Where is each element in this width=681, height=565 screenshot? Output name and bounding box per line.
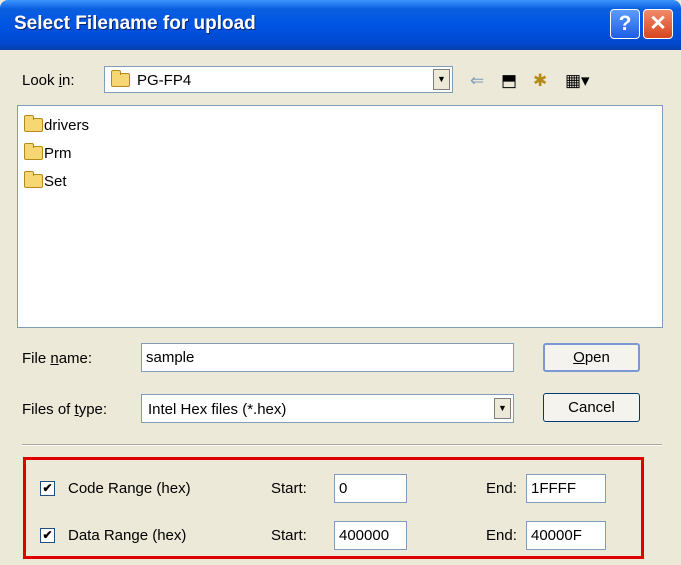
code-range-label: Code Range (hex)	[68, 480, 191, 497]
code-end-input[interactable]	[527, 475, 605, 502]
up-folder-icon[interactable]: ⬒	[501, 71, 517, 91]
window-title: Select Filename for upload	[14, 13, 256, 34]
view-menu-icon[interactable]: ▦▾	[565, 71, 590, 91]
folder-icon	[111, 70, 130, 87]
filename-field[interactable]	[141, 343, 514, 372]
new-folder-icon[interactable]: ✱	[533, 71, 547, 91]
list-item[interactable]: Set	[24, 170, 67, 192]
lookin-label: Look in:	[22, 72, 75, 89]
data-start-input[interactable]	[335, 522, 406, 549]
list-item[interactable]: drivers	[24, 114, 89, 136]
lookin-dropdown-button[interactable]: ▼	[433, 69, 450, 90]
folder-icon	[24, 115, 43, 132]
file-list[interactable]: drivers Prm Set	[17, 105, 663, 328]
data-end-label: End:	[486, 527, 517, 544]
data-range-checkbox[interactable]: ✔	[40, 528, 55, 543]
back-icon[interactable]: ⇐	[470, 71, 484, 91]
data-start-label: Start:	[271, 527, 307, 544]
data-end-field[interactable]	[526, 521, 606, 550]
code-start-field[interactable]	[334, 474, 407, 503]
data-end-input[interactable]	[527, 522, 605, 549]
data-range-label: Data Range (hex)	[68, 527, 187, 544]
code-start-label: Start:	[271, 480, 307, 497]
open-button[interactable]: Open	[543, 343, 640, 372]
file-name: Set	[44, 172, 67, 190]
filetype-combo[interactable]: Intel Hex files (*.hex) ▼	[141, 394, 514, 423]
code-end-label: End:	[486, 480, 517, 497]
filetype-value: Intel Hex files (*.hex)	[148, 401, 287, 418]
filename-label: File name:	[22, 350, 93, 367]
code-range-checkbox[interactable]: ✔	[40, 481, 55, 496]
code-start-input[interactable]	[335, 475, 406, 502]
select-filename-dialog: Select Filename for upload ? ✕ Look in: …	[0, 0, 681, 565]
file-name: Prm	[44, 144, 72, 162]
separator	[22, 444, 662, 446]
filetype-label: Files of type:	[22, 401, 108, 418]
folder-icon	[24, 171, 43, 188]
help-button[interactable]: ?	[610, 9, 640, 39]
filetype-dropdown-button[interactable]: ▼	[494, 398, 511, 419]
data-start-field[interactable]	[334, 521, 407, 550]
lookin-combo[interactable]: PG-FP4 ▼	[104, 66, 453, 93]
code-end-field[interactable]	[526, 474, 606, 503]
title-bar[interactable]: Select Filename for upload ? ✕	[0, 0, 681, 50]
lookin-value: PG-FP4	[137, 72, 192, 89]
cancel-button[interactable]: Cancel	[543, 393, 640, 422]
folder-icon	[24, 143, 43, 160]
filename-input[interactable]	[142, 344, 513, 371]
list-item[interactable]: Prm	[24, 142, 72, 164]
close-button[interactable]: ✕	[643, 9, 673, 39]
file-name: drivers	[44, 116, 90, 134]
